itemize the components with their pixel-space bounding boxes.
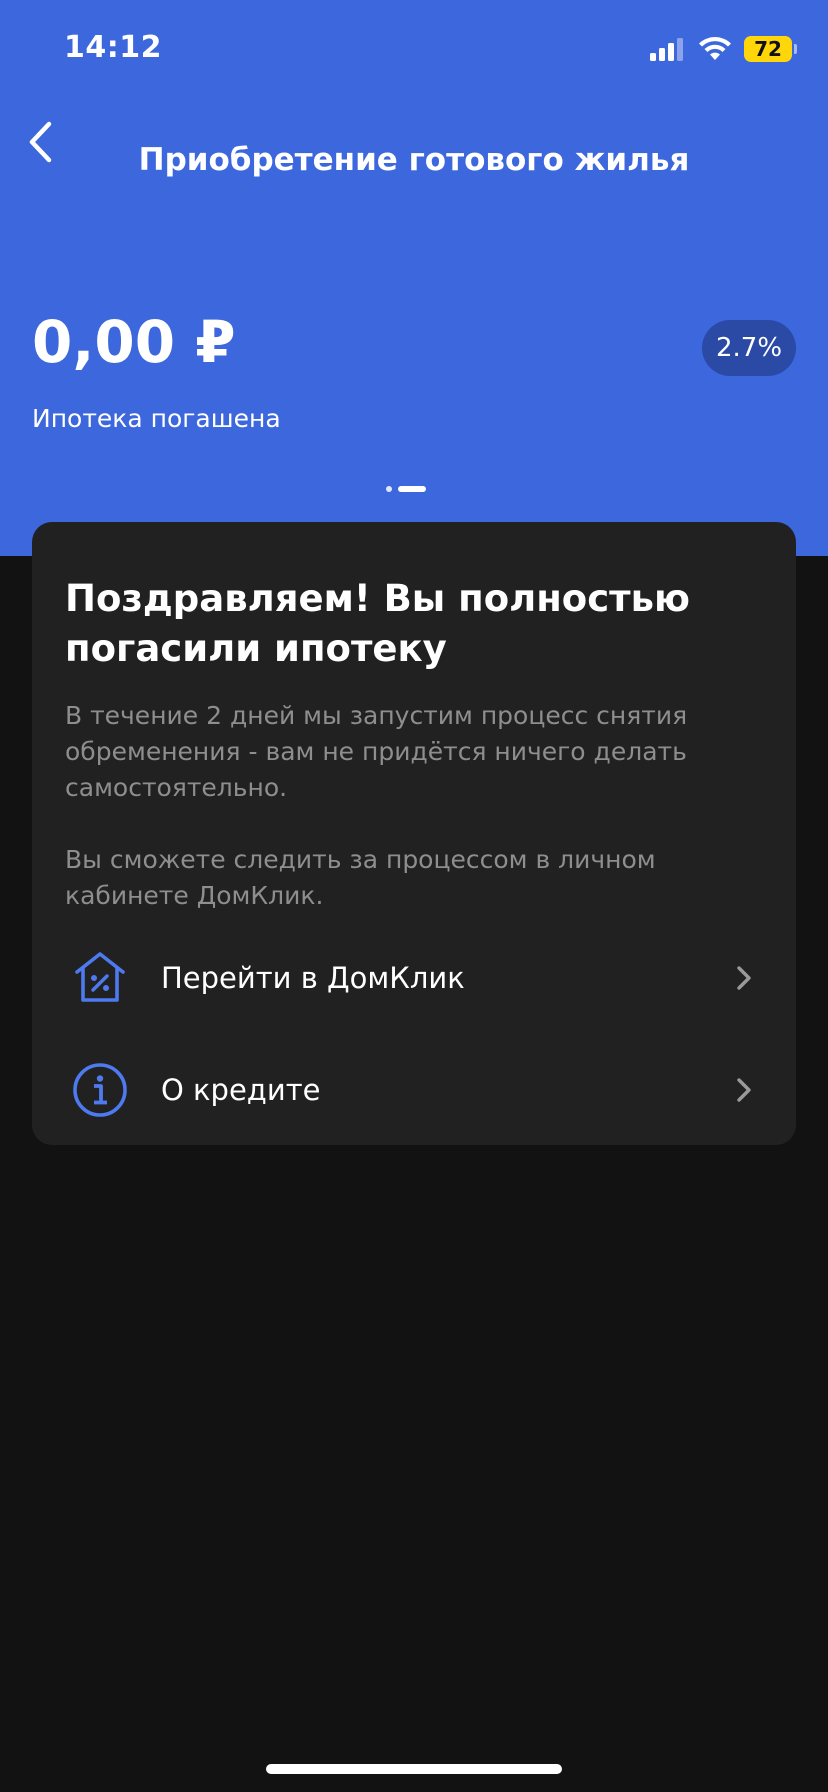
battery-tip <box>794 44 797 54</box>
domclick-link[interactable]: Перейти в ДомКлик <box>32 928 796 1028</box>
status-icons: 72 <box>650 34 797 64</box>
status-time: 14:12 <box>64 30 162 65</box>
credit-info-label: О кредите <box>161 1073 321 1107</box>
home-indicator[interactable] <box>266 1764 562 1774</box>
loan-header: 14:12 72 Приобретение готового жилья 0,0… <box>0 0 828 556</box>
rate-badge: 2.7% <box>702 320 796 376</box>
chevron-right-icon <box>734 963 754 993</box>
card-title: Поздравляем! Вы полностью погасили ипоте… <box>65 577 690 670</box>
page-dot-active <box>398 486 426 492</box>
loan-status: Ипотека погашена <box>32 404 281 433</box>
card-paragraph-1: В течение 2 дней мы запустим процесс сня… <box>65 701 688 802</box>
screen: 14:12 72 Приобретение готового жилья 0,0… <box>0 0 828 1792</box>
domclick-link-label: Перейти в ДомКлик <box>161 961 465 995</box>
battery-level: 72 <box>754 37 782 61</box>
info-card: Поздравляем! Вы полностью погасили ипоте… <box>32 522 796 1145</box>
signal-icon <box>650 38 683 61</box>
chevron-right-icon <box>734 1075 754 1105</box>
house-percent-icon <box>72 950 128 1006</box>
page-title: Приобретение готового жилья <box>138 142 690 178</box>
card-paragraph-2: Вы сможете следить за процессом в личном… <box>65 845 656 910</box>
wifi-icon <box>699 37 731 60</box>
page-dot <box>386 486 392 492</box>
credit-info-link[interactable]: О кредите <box>32 1040 796 1140</box>
battery-icon: 72 <box>744 36 797 62</box>
info-icon <box>72 1062 128 1118</box>
page-indicator <box>386 486 426 492</box>
loan-balance: 0,00 ₽ <box>32 308 236 376</box>
